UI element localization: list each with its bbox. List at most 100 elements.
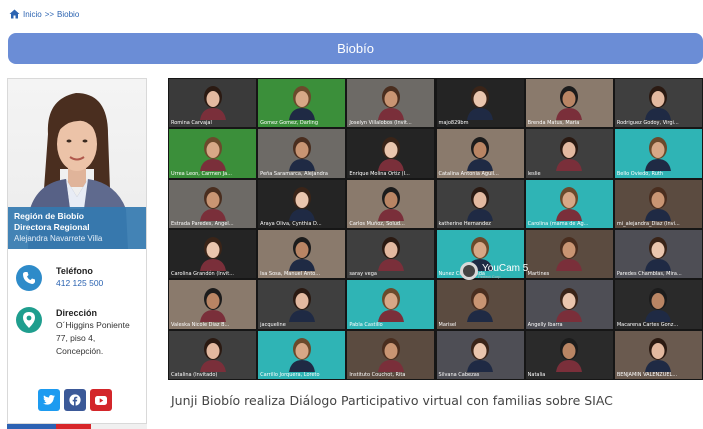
- participant-tile: Isa Sosa, Manuel Anto...: [258, 230, 346, 279]
- participant-avatar: [199, 86, 226, 121]
- participant-avatar: [467, 136, 494, 171]
- participant-avatar: [467, 86, 494, 121]
- participant-avatar: [645, 287, 672, 322]
- participant-name: Natalia: [527, 371, 546, 378]
- social-links: [38, 389, 112, 411]
- participant-name: Rodriguez Godoy, Virgi...: [616, 120, 679, 127]
- participant-tile: Natalia: [525, 330, 613, 379]
- participant-name: Marisel: [438, 321, 457, 328]
- phone-block: Teléfono 412 125 500: [16, 265, 144, 291]
- participant-tile: Joselyn Villalobos (Invit...: [347, 79, 435, 128]
- youtube-icon[interactable]: [90, 389, 112, 411]
- participant-avatar: [288, 287, 315, 322]
- participant-tile: Urrea Leon, Carmen Ja...: [169, 129, 257, 178]
- participant-name: jacqueline: [260, 321, 286, 328]
- page-title-bar: Biobío: [8, 33, 703, 64]
- address-line-1: O´Higgins Poniente: [56, 320, 130, 330]
- participant-avatar: [377, 337, 404, 372]
- participant-name: Joselyn Villalobos (Invit...: [349, 120, 412, 127]
- participant-avatar: [645, 237, 672, 272]
- participant-name: Pabla Castillo: [349, 321, 383, 328]
- participant-name: Bello Oviedo, Ruth: [616, 170, 664, 177]
- participant-tile: Macarena Cartes Gonz...: [614, 280, 702, 329]
- participant-tile: Carolina (mama de Ag...: [525, 179, 613, 228]
- participant-name: mi_alejandra_Diaz (Invi...: [616, 220, 680, 227]
- participant-name: Urrea Leon, Carmen Ja...: [171, 170, 233, 177]
- breadcrumb-home-link[interactable]: Inicio: [23, 10, 42, 19]
- breadcrumb-separator: >>: [44, 9, 55, 19]
- participant-name: Paredes Chamblas, Mira...: [616, 271, 682, 278]
- participant-name: leslie: [527, 170, 541, 177]
- participant-name: saray vega: [349, 271, 377, 278]
- participant-avatar: [377, 287, 404, 322]
- participant-avatar: [556, 287, 583, 322]
- participant-name: Araya Oliva, Cynthia D...: [260, 220, 322, 227]
- participant-tile: Araya Oliva, Cynthia D...: [258, 179, 346, 228]
- participant-tile: Catalina (Invitado): [169, 330, 257, 379]
- participant-avatar: [556, 186, 583, 221]
- participant-avatar: [556, 237, 583, 272]
- participant-tile: Bello Oviedo, Ruth: [614, 129, 702, 178]
- participant-name: Enrique Molina Ortiz (I...: [349, 170, 410, 177]
- address-label: Dirección: [56, 308, 98, 318]
- participant-tile: Instituto Couchot, Rita: [347, 330, 435, 379]
- participant-name: Instituto Couchot, Rita: [349, 371, 406, 378]
- participant-tile: saray vega: [347, 230, 435, 279]
- participant-tile: Estrada Paredes, Angel...: [169, 179, 257, 228]
- participant-avatar: [377, 237, 404, 272]
- participant-tile: Enrique Molina Ortiz (I...: [347, 129, 435, 178]
- youcam-logo-icon: [460, 262, 478, 280]
- region-label: Región de Biobío: [14, 211, 84, 221]
- facebook-icon[interactable]: [64, 389, 86, 411]
- participant-name: Carolina Grandón (Invit...: [171, 271, 234, 278]
- participant-avatar: [467, 337, 494, 372]
- phone-label: Teléfono: [56, 266, 93, 276]
- participant-avatar: [645, 136, 672, 171]
- participant-name: Romina Carvajal: [171, 120, 212, 127]
- phone-number[interactable]: 412 125 500: [56, 277, 103, 289]
- participant-tile: Valeska Nicole Diaz B...: [169, 280, 257, 329]
- youcam-watermark: YouCam 5 Perfect Corp: [460, 262, 528, 280]
- participant-name: Carlos Muñoz, Solud...: [349, 220, 405, 227]
- participant-tile: BENJAMIN VALENZUEL...: [614, 330, 702, 379]
- participant-name: Carrillo Jorquera, Loreto: [260, 371, 320, 378]
- phone-icon: [16, 265, 42, 291]
- home-icon: [9, 9, 20, 19]
- twitter-icon[interactable]: [38, 389, 60, 411]
- participant-avatar: [288, 186, 315, 221]
- participant-name: Carolina (mama de Ag...: [527, 220, 589, 227]
- participant-tile: Pabla Castillo: [347, 280, 435, 329]
- brand-color-strip: [7, 424, 147, 429]
- participant-tile: Carlos Muñoz, Solud...: [347, 179, 435, 228]
- director-info-overlay: Región de Biobío Directora Regional Alej…: [8, 207, 146, 249]
- participant-avatar: [199, 337, 226, 372]
- participant-tile: leslie: [525, 129, 613, 178]
- participant-name: Silvana Cabezas: [438, 371, 480, 378]
- participant-name: Peña Saramarca, Alejandra: [260, 170, 328, 177]
- director-name: Alejandra Navarrete Villa: [14, 234, 103, 243]
- participant-avatar: [288, 136, 315, 171]
- participant-name: BENJAMIN VALENZUEL...: [616, 371, 678, 378]
- participant-name: katherine Hernandez: [438, 220, 491, 227]
- participant-tile: Rodriguez Godoy, Virgi...: [614, 79, 702, 128]
- participant-avatar: [645, 186, 672, 221]
- participant-avatar: [199, 136, 226, 171]
- participant-tile: Angelly Ibarra: [525, 280, 613, 329]
- participant-tile: Martines: [525, 230, 613, 279]
- participant-tile: Carolina Grandón (Invit...: [169, 230, 257, 279]
- participant-name: Catalina (Invitado): [171, 371, 218, 378]
- youcam-sub: Perfect Corp: [478, 274, 501, 279]
- participant-tile: Romina Carvajal: [169, 79, 257, 128]
- participant-tile: katherine Hernandez: [436, 179, 524, 228]
- participant-tile: Paredes Chamblas, Mira...: [614, 230, 702, 279]
- role-label: Directora Regional: [14, 222, 90, 232]
- participant-name: Isa Sosa, Manuel Anto...: [260, 271, 321, 278]
- participant-avatar: [288, 86, 315, 121]
- news-caption[interactable]: Junji Biobío realiza Diálogo Participati…: [171, 393, 613, 408]
- participant-avatar: [467, 287, 494, 322]
- participant-tile: Silvana Cabezas: [436, 330, 524, 379]
- participant-tile: Marisel: [436, 280, 524, 329]
- breadcrumb-current[interactable]: Biobio: [57, 10, 79, 19]
- participant-tile: Gomez Gomez, Darling: [258, 79, 346, 128]
- participant-avatar: [199, 186, 226, 221]
